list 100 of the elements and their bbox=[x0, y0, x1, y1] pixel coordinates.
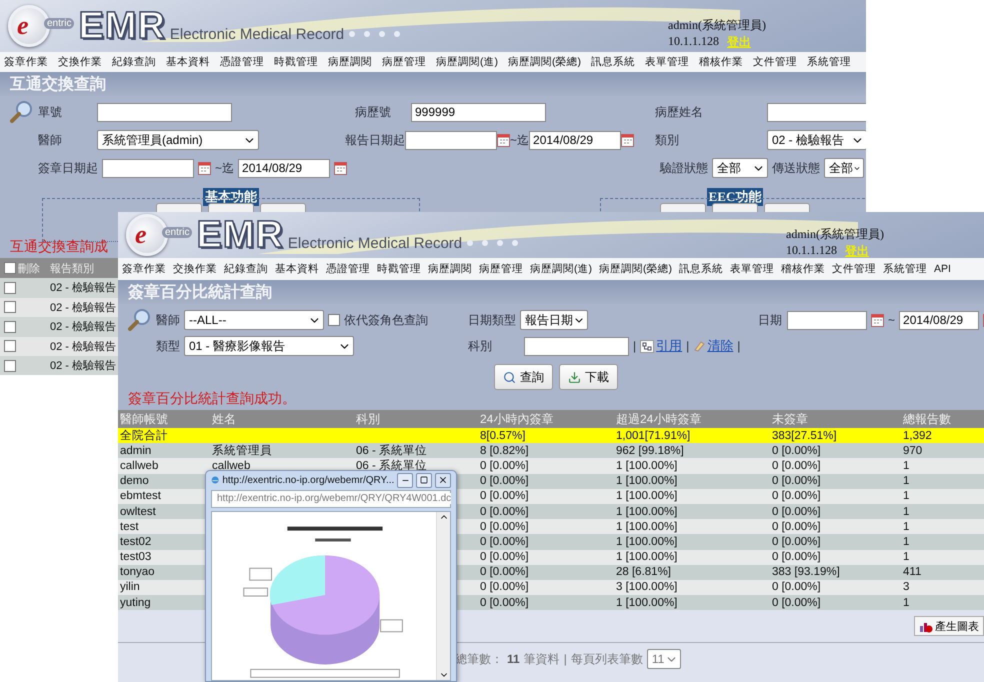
checkbox[interactable] bbox=[4, 360, 16, 372]
table-cell-text: 1 [100.00%] bbox=[616, 506, 678, 518]
chart-button[interactable]: 產生圖表 bbox=[914, 616, 984, 636]
nav-item[interactable]: 紀錄查詢 bbox=[112, 55, 156, 69]
select-field[interactable]: 全部 bbox=[824, 158, 864, 178]
close-button[interactable] bbox=[435, 472, 451, 488]
action-button[interactable]: 下載 bbox=[559, 364, 618, 390]
checkbox[interactable] bbox=[4, 282, 16, 294]
logo-subtext: entric bbox=[44, 18, 74, 28]
checkbox[interactable] bbox=[328, 314, 340, 326]
checkbox[interactable] bbox=[4, 262, 16, 274]
nav-item[interactable]: 表單管理 bbox=[645, 55, 689, 69]
select-field[interactable]: 系統管理員(admin) bbox=[97, 130, 259, 150]
separator: | bbox=[737, 339, 740, 353]
table-cell-text: 0 [0.00%] bbox=[480, 506, 530, 518]
input-field[interactable]: 2014/08/29 bbox=[899, 310, 980, 330]
select-field[interactable]: 01 - 醫療影像報告 bbox=[184, 336, 354, 356]
field-label: 依代簽角色查詢 bbox=[344, 312, 428, 328]
calendar-icon[interactable] bbox=[198, 162, 211, 174]
select-field[interactable]: 11 bbox=[646, 649, 681, 670]
nav-item[interactable]: 表單管理 bbox=[730, 262, 774, 276]
input-field[interactable]: 2014/08/29 bbox=[529, 130, 622, 150]
nav-item[interactable]: 訊息系統 bbox=[679, 262, 723, 276]
input-field[interactable] bbox=[405, 130, 497, 150]
address-bar[interactable]: http://exentric.no-ip.org/webemr/QRY/QRY4W001.dc bbox=[211, 490, 451, 508]
checkbox[interactable] bbox=[4, 340, 16, 352]
calendar-icon[interactable] bbox=[621, 134, 634, 146]
nav-item[interactable]: 憑證管理 bbox=[326, 262, 370, 276]
minimize-button[interactable] bbox=[397, 472, 414, 488]
nav-item[interactable]: 病歷調閱(進) bbox=[530, 262, 592, 276]
input-field[interactable] bbox=[102, 158, 194, 178]
input-field[interactable] bbox=[524, 336, 629, 356]
nav-item[interactable]: 交換作業 bbox=[58, 55, 102, 69]
text-link[interactable]: 清除 bbox=[693, 337, 734, 355]
tagline: Electronic Medical Record bbox=[170, 26, 344, 42]
toolbar-button[interactable] bbox=[764, 203, 810, 213]
nav-item[interactable]: 憑證管理 bbox=[220, 55, 264, 69]
table-cell-text: 0 [0.00%] bbox=[480, 596, 530, 609]
select-field[interactable]: 報告日期 bbox=[520, 310, 588, 330]
nav-item[interactable]: 病歷調閱 bbox=[328, 55, 372, 69]
nav-item[interactable]: 時戳管理 bbox=[377, 262, 421, 276]
table-cell-text: 0 [0.00%] bbox=[480, 520, 530, 533]
user-name: admin(系統管理員) bbox=[668, 17, 767, 34]
calendar-icon[interactable] bbox=[497, 134, 510, 146]
maximize-button[interactable] bbox=[416, 472, 432, 488]
column-header: 報告類別 bbox=[50, 262, 94, 276]
nav-item[interactable]: 病歷管理 bbox=[479, 262, 523, 276]
checkbox[interactable] bbox=[4, 301, 16, 314]
nav-item[interactable]: 基本資料 bbox=[275, 262, 319, 276]
toolbar-button[interactable] bbox=[660, 203, 706, 213]
slice-label-box bbox=[243, 588, 268, 597]
action-button[interactable]: 查詢 bbox=[494, 364, 553, 390]
nav-item[interactable]: 紀錄查詢 bbox=[224, 262, 268, 276]
nav-item[interactable]: 稽核作業 bbox=[699, 55, 743, 69]
nav-item[interactable]: 系統管理 bbox=[807, 55, 851, 69]
nav-item[interactable]: 病歷管理 bbox=[382, 55, 426, 69]
table-cell-text: 0 [0.00%] bbox=[480, 566, 530, 578]
table-cell-text: 1 bbox=[903, 490, 910, 502]
field-label: 醫師 bbox=[38, 132, 63, 148]
scroll-bar[interactable] bbox=[436, 512, 450, 680]
nav-item[interactable]: 文件管理 bbox=[753, 55, 797, 69]
chart-subtitle-bar bbox=[315, 538, 351, 542]
nav-item[interactable]: 訊息系統 bbox=[591, 55, 635, 69]
nav-item[interactable]: 系統管理 bbox=[883, 262, 927, 276]
select-field[interactable]: --ALL-- bbox=[184, 310, 324, 330]
table-cell-text: 06 - 系統單位 bbox=[356, 458, 428, 474]
user-name: admin(系統管理員) bbox=[786, 226, 885, 243]
nav-item[interactable]: 病歷調閱(榮總) bbox=[599, 262, 672, 276]
input-field[interactable]: 2014/08/29 bbox=[238, 158, 330, 178]
nav-item[interactable]: 基本資料 bbox=[166, 55, 210, 69]
column-header: 超過24小時簽章 bbox=[616, 410, 702, 428]
nav-item[interactable]: 稽核作業 bbox=[781, 262, 825, 276]
input-field[interactable] bbox=[787, 310, 867, 330]
calendar-icon[interactable] bbox=[871, 314, 884, 326]
input-field[interactable] bbox=[767, 102, 866, 122]
nav-item[interactable]: API bbox=[934, 263, 951, 275]
select-field[interactable]: 02 - 檢驗報告 bbox=[767, 130, 866, 150]
nav-item[interactable]: 簽章作業 bbox=[122, 262, 166, 276]
pager-label: 筆資料 bbox=[524, 650, 560, 668]
text-link[interactable]: 引用 bbox=[640, 337, 682, 355]
input-field[interactable]: 999999 bbox=[411, 102, 546, 122]
status-message: 簽章百分比統計查詢成功。 bbox=[128, 392, 296, 408]
table-cell-text: 1 bbox=[903, 475, 910, 488]
table-cell-text: 0 [0.00%] bbox=[772, 536, 822, 548]
page-title: 簽章百分比統計查詢 bbox=[118, 280, 984, 304]
nav-item[interactable]: 病歷調閱(進) bbox=[436, 55, 498, 69]
nav-item[interactable]: 時戳管理 bbox=[274, 55, 318, 69]
nav-item[interactable]: 簽章作業 bbox=[4, 55, 48, 69]
toolbar-button[interactable] bbox=[156, 203, 202, 213]
calendar-icon[interactable] bbox=[334, 162, 348, 174]
nav-item[interactable]: 交換作業 bbox=[173, 262, 217, 276]
select-field[interactable]: 全部 bbox=[712, 158, 768, 178]
nav-item[interactable]: 文件管理 bbox=[832, 262, 876, 276]
table-cell-text: 0 [0.00%] bbox=[480, 460, 530, 472]
checkbox[interactable] bbox=[4, 320, 16, 333]
nav-item[interactable]: 病歷調閱 bbox=[428, 262, 472, 276]
table-cell-text: 0 [0.00%] bbox=[480, 475, 530, 488]
toolbar-button[interactable] bbox=[260, 203, 306, 213]
input-field[interactable] bbox=[97, 102, 232, 122]
nav-item[interactable]: 病歷調閱(榮總) bbox=[508, 55, 581, 69]
